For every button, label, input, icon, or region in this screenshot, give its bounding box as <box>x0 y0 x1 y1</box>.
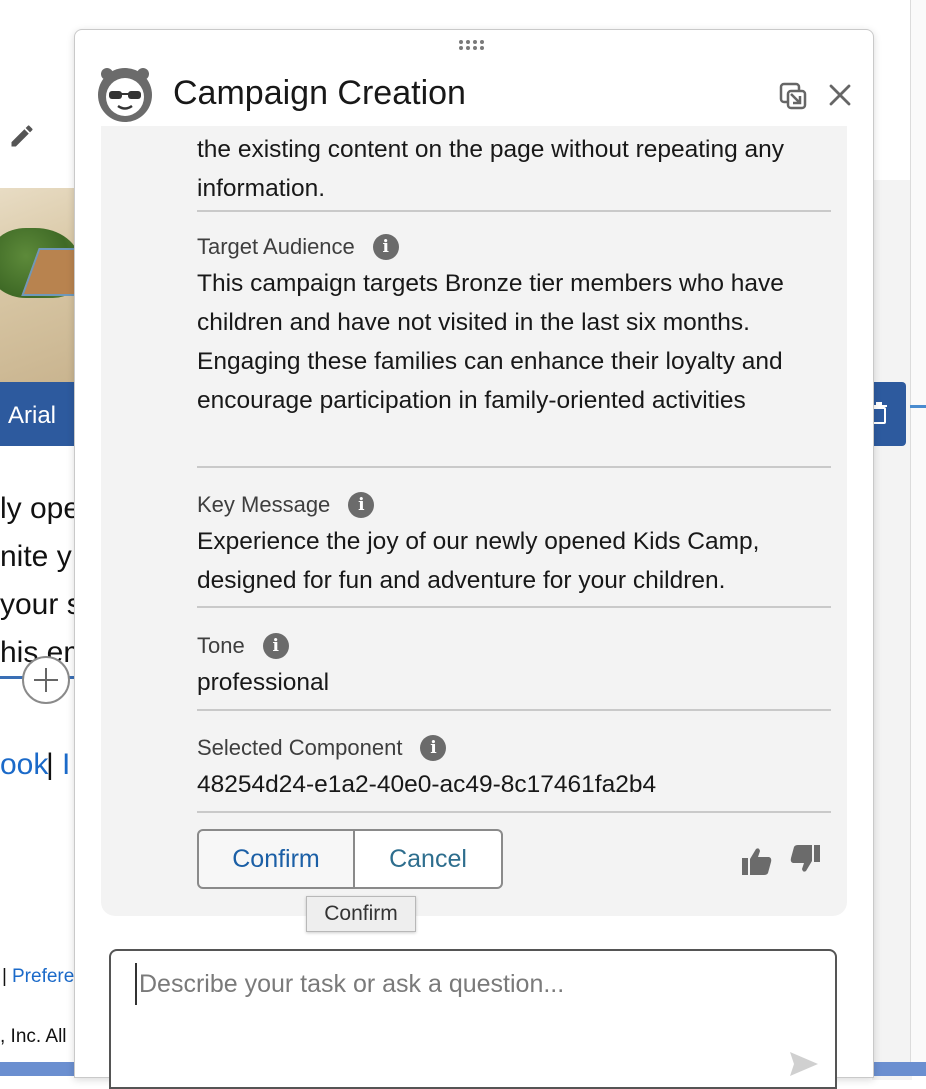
add-block-icon[interactable] <box>22 656 70 704</box>
field-label: Key Message <box>197 492 331 517</box>
assistant-panel: Campaign Creation the existing content o… <box>74 29 874 1089</box>
pencil-icon[interactable] <box>8 122 36 150</box>
target-audience-value: This campaign targets Bronze tier member… <box>197 270 784 414</box>
footer-separator: | <box>2 966 7 987</box>
action-button-group: Confirm Cancel <box>197 829 503 889</box>
popout-icon[interactable] <box>779 82 807 110</box>
field-label: Selected Component <box>197 735 403 760</box>
social-link[interactable]: I <box>62 748 70 782</box>
font-select[interactable]: Arial <box>8 402 56 430</box>
key-message-value: Experience the joy of our newly opened K… <box>197 528 760 594</box>
description-value: the existing content on the page without… <box>197 136 785 202</box>
preferences-link[interactable]: Prefere <box>12 966 74 988</box>
info-icon[interactable]: i <box>262 633 289 659</box>
thumbs-down-icon[interactable] <box>789 844 821 874</box>
description-field: the existing content on the page without… <box>197 130 831 212</box>
tone-field: Tone i professional <box>197 633 831 711</box>
info-icon[interactable]: i <box>420 735 447 761</box>
drag-handle-icon[interactable] <box>459 40 489 52</box>
info-icon[interactable]: i <box>372 234 399 260</box>
target-audience-field: Target Audience i This campaign targets … <box>197 234 831 468</box>
social-link[interactable]: ook <box>0 748 48 782</box>
send-icon[interactable] <box>789 1051 819 1077</box>
message-input[interactable] <box>135 963 801 1005</box>
page-right-region <box>872 180 912 1080</box>
cancel-button[interactable]: Cancel <box>355 829 503 889</box>
page-scrollbar[interactable] <box>910 0 926 1076</box>
editor-toolbar: Arial <box>0 382 80 446</box>
field-label: Target Audience <box>197 234 355 259</box>
confirm-button[interactable]: Confirm <box>197 829 355 889</box>
divider <box>910 405 926 408</box>
body-text-line: your s <box>0 588 82 621</box>
composer-box <box>109 949 837 1089</box>
campaign-summary-card: the existing content on the page without… <box>101 126 847 916</box>
panel-title: Campaign Creation <box>173 74 466 112</box>
key-message-field: Key Message i Experience the joy of our … <box>197 492 831 608</box>
confirm-tooltip: Confirm <box>306 896 416 932</box>
body-text-line: nite y <box>0 540 72 573</box>
field-label: Tone <box>197 633 245 658</box>
thumbs-up-icon[interactable] <box>741 846 773 876</box>
info-icon[interactable]: i <box>348 492 375 518</box>
copyright-text: , Inc. All <box>0 1026 67 1047</box>
tone-value: professional <box>197 669 330 696</box>
page-topbar <box>0 0 926 30</box>
selected-component-value: 48254d24-e1a2-40e0-ac49-8c17461fa2b4 <box>197 771 657 798</box>
selected-component-field: Selected Component i 48254d24-e1a2-40e0-… <box>197 735 831 813</box>
close-icon[interactable] <box>827 82 853 108</box>
body-text-line: ly ope <box>0 492 81 525</box>
link-separator: | <box>46 748 54 781</box>
hero-image <box>0 188 80 382</box>
assistant-avatar-icon <box>98 68 152 122</box>
